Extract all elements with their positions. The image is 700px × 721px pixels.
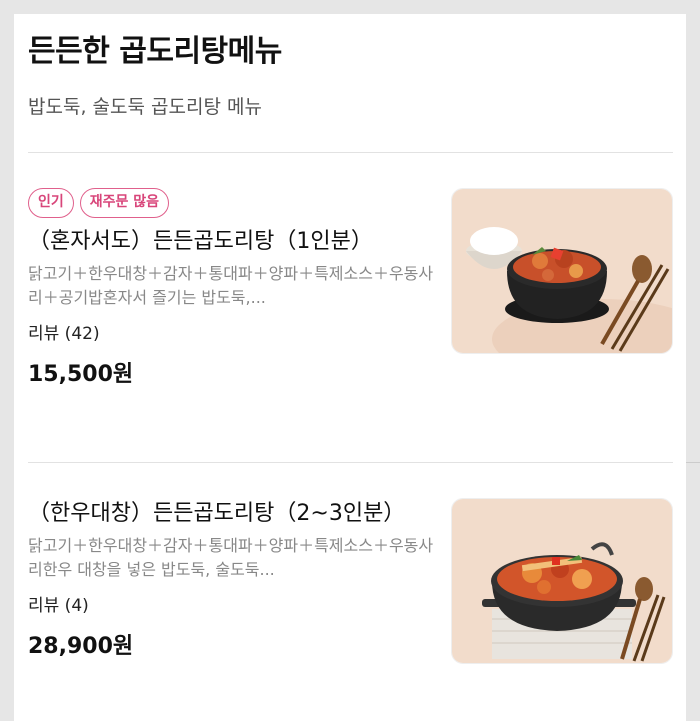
menu-item-info: 인기 재주문 많음 （혼자서도）든든곱도리탕（1인분） 닭고기＋한우대창＋감자＋…: [28, 188, 438, 390]
section-header: 든든한 곱도리탕메뉴 밥도둑, 술도둑 곱도리탕 메뉴: [28, 32, 673, 120]
tag-reorder: 재주문 많음: [79, 188, 170, 218]
menu-item-description: 닭고기＋한우대창＋감자＋통대파＋양파＋특제소스＋우동사리한우 대창을 넣은 밥도…: [28, 536, 434, 579]
menu-item-description: 닭고기＋한우대창＋감자＋통대파＋양파＋특제소스＋우동사리＋공기밥혼자서 즐기는 …: [28, 264, 434, 307]
stew-pot-with-rice-image[interactable]: [451, 188, 673, 354]
menu-item[interactable]: （한우대창）든든곱도리탕（2~3인분） 닭고기＋한우대창＋감자＋통대파＋양파＋특…: [28, 498, 673, 718]
menu-item-tags: 인기 재주문 많음: [28, 188, 438, 218]
divider: [28, 462, 673, 463]
menu-item[interactable]: 인기 재주문 많음 （혼자서도）든든곱도리탕（1인분） 닭고기＋한우대창＋감자＋…: [28, 188, 673, 458]
tag-popular: 인기: [28, 188, 74, 218]
menu-item-price: 28,900원: [28, 634, 134, 659]
menu-item-name[interactable]: （한우대창）든든곱도리탕（2~3인분）: [28, 498, 438, 530]
section-title: 든든한 곱도리탕메뉴: [28, 34, 282, 69]
divider: [28, 152, 673, 153]
menu-item-name[interactable]: （혼자서도）든든곱도리탕（1인분）: [28, 226, 438, 258]
scroll-indicator: [686, 462, 700, 463]
section-subtitle: 밥도둑, 술도둑 곱도리탕 메뉴: [28, 96, 262, 118]
large-stew-pot-image[interactable]: [451, 498, 673, 664]
menu-item-price: 15,500원: [28, 362, 134, 387]
menu-item-reviews: 리뷰 (42): [28, 324, 100, 344]
menu-item-reviews: 리뷰 (4): [28, 596, 89, 616]
menu-item-info: （한우대창）든든곱도리탕（2~3인분） 닭고기＋한우대창＋감자＋통대파＋양파＋특…: [28, 498, 438, 662]
menu-section-card: 든든한 곱도리탕메뉴 밥도둑, 술도둑 곱도리탕 메뉴 인기 재주문 많음 （혼…: [14, 14, 686, 721]
